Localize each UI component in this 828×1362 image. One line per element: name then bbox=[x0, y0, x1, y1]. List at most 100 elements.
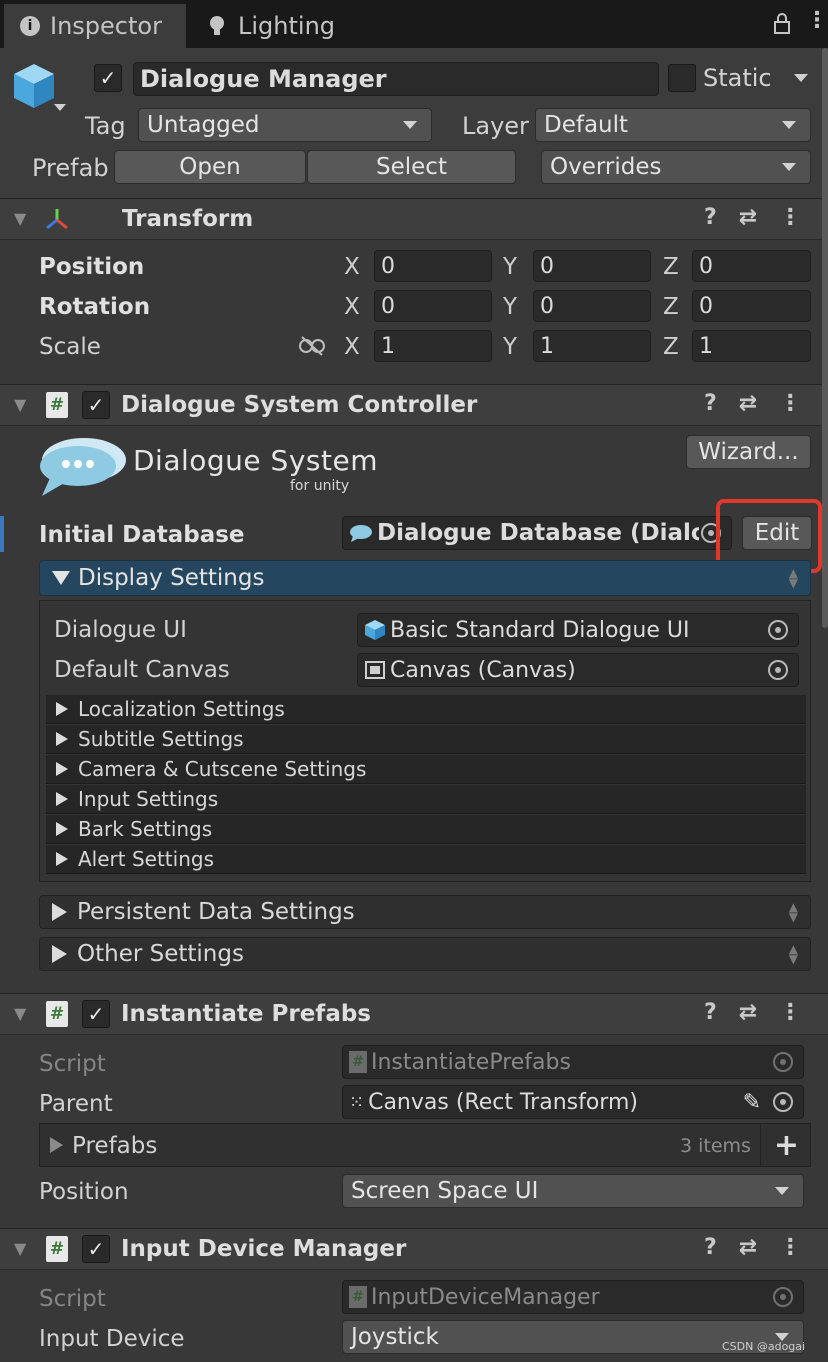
static-dropdown-caret[interactable] bbox=[794, 74, 808, 82]
default-canvas-label: Default Canvas bbox=[54, 657, 230, 683]
axis-z-label: Z bbox=[663, 294, 679, 320]
more-options-icon[interactable]: ⋮ bbox=[779, 1235, 801, 1260]
rotation-x-input[interactable]: 0 bbox=[374, 290, 492, 322]
wizard-button[interactable]: Wizard... bbox=[686, 435, 811, 469]
gameobject-name-input[interactable]: Dialogue Manager bbox=[133, 62, 659, 96]
foldout-arrow-icon[interactable]: ▼ bbox=[14, 1004, 26, 1023]
tab-lighting[interactable]: Lighting bbox=[200, 4, 370, 48]
parent-label: Parent bbox=[39, 1091, 113, 1117]
instantiate-prefabs-body: Script # InstantiatePrefabs Parent ⁙ Can… bbox=[0, 1035, 828, 1227]
help-icon[interactable]: ? bbox=[704, 391, 717, 416]
scale-x-input[interactable]: 1 bbox=[374, 330, 492, 362]
subtitle-settings-foldout[interactable]: Subtitle Settings bbox=[46, 725, 806, 754]
checkmark-icon: ✓ bbox=[99, 66, 117, 90]
component-enabled-toggle[interactable]: ✓ bbox=[82, 391, 110, 419]
watermark: CSDN @adogai bbox=[722, 1340, 806, 1353]
dialogue-system-controller-header[interactable]: ▼ # ✓ Dialogue System Controller ? ⇄ ⋮ bbox=[0, 384, 828, 426]
scrollbar[interactable] bbox=[822, 48, 828, 628]
other-settings-foldout[interactable]: Other Settings ▲ ▼ bbox=[39, 937, 811, 971]
help-icon[interactable]: ? bbox=[704, 205, 717, 230]
pencil-icon[interactable]: ✎ bbox=[743, 1090, 761, 1115]
subsection-list: Localization Settings Subtitle Settings … bbox=[46, 695, 806, 875]
axis-z-label: Z bbox=[663, 254, 679, 280]
info-icon: i bbox=[20, 16, 40, 36]
rotation-y-input[interactable]: 0 bbox=[533, 290, 651, 322]
transform-header[interactable]: ▼ Transform ? ⇄ ⋮ bbox=[0, 198, 828, 240]
checkmark-icon: ✓ bbox=[87, 1237, 105, 1261]
position-y-input[interactable]: 0 bbox=[533, 250, 651, 282]
bark-settings-foldout[interactable]: Bark Settings bbox=[46, 815, 806, 844]
static-label: Static bbox=[703, 64, 772, 92]
more-options-icon[interactable]: ⋮ bbox=[779, 1000, 801, 1025]
layer-label: Layer bbox=[462, 112, 529, 140]
foldout-arrow-icon[interactable]: ▼ bbox=[14, 209, 26, 228]
selection-indicator bbox=[0, 516, 4, 552]
instantiate-prefabs-header[interactable]: ▼ # ✓ Instantiate Prefabs ? ⇄ ⋮ bbox=[0, 993, 828, 1035]
chevron-down-icon bbox=[782, 121, 796, 129]
foldout-arrow-icon[interactable]: ▼ bbox=[14, 1239, 26, 1258]
script-label: Script bbox=[39, 1286, 106, 1312]
tab-inspector[interactable]: i Inspector bbox=[4, 4, 186, 48]
foldout-arrow-icon bbox=[50, 1137, 63, 1153]
presets-icon[interactable]: ⇄ bbox=[739, 205, 757, 230]
prefabs-list-header[interactable]: Prefabs 3 items + bbox=[39, 1123, 811, 1167]
prefabs-count: 3 items bbox=[680, 1135, 751, 1157]
checkmark-icon: ✓ bbox=[87, 393, 105, 417]
prefabs-label: Prefabs bbox=[72, 1133, 158, 1159]
logo-subtitle: for unity bbox=[290, 478, 350, 494]
input-device-label: Input Device bbox=[39, 1326, 185, 1352]
presets-icon[interactable]: ⇄ bbox=[739, 1000, 757, 1025]
more-options-icon[interactable]: ⋮ bbox=[779, 205, 801, 230]
prefab-select-button[interactable]: Select bbox=[307, 150, 516, 184]
add-item-button[interactable]: + bbox=[760, 1124, 812, 1166]
default-canvas-field[interactable]: Canvas (Canvas) bbox=[357, 653, 799, 687]
camera-cutscene-settings-foldout[interactable]: Camera & Cutscene Settings bbox=[46, 755, 806, 784]
object-picker-icon[interactable] bbox=[768, 660, 788, 680]
presets-icon[interactable]: ⇄ bbox=[739, 1235, 757, 1260]
lightbulb-icon bbox=[210, 16, 224, 35]
component-enabled-toggle[interactable]: ✓ bbox=[82, 1235, 110, 1263]
input-settings-foldout[interactable]: Input Settings bbox=[46, 785, 806, 814]
initial-database-label: Initial Database bbox=[39, 522, 245, 548]
initial-database-field[interactable]: Dialogue Database (Dialogu bbox=[342, 516, 732, 550]
foldout-arrow-icon bbox=[56, 822, 68, 836]
scale-z-input[interactable]: 1 bbox=[692, 330, 811, 362]
presets-icon[interactable]: ⇄ bbox=[739, 391, 757, 416]
cube-icon bbox=[14, 64, 54, 108]
object-picker-icon[interactable] bbox=[773, 1092, 793, 1112]
component-enabled-toggle[interactable]: ✓ bbox=[82, 1000, 110, 1028]
alert-settings-foldout[interactable]: Alert Settings bbox=[46, 845, 806, 874]
rotation-z-input[interactable]: 0 bbox=[692, 290, 811, 322]
input-device-manager-header[interactable]: ▼ # ✓ Input Device Manager ? ⇄ ⋮ bbox=[0, 1228, 828, 1270]
dialogue-system-controller-body: Dialogue System for unity Wizard... Init… bbox=[0, 426, 828, 992]
tag-dropdown[interactable]: Untagged bbox=[138, 108, 432, 142]
unlink-icon[interactable] bbox=[298, 336, 326, 356]
position-z-input[interactable]: 0 bbox=[692, 250, 811, 282]
lock-icon[interactable] bbox=[772, 12, 792, 34]
object-picker-icon bbox=[773, 1052, 793, 1072]
foldout-arrow-icon[interactable]: ▼ bbox=[14, 395, 26, 414]
dialogue-ui-field[interactable]: Basic Standard Dialogue UI bbox=[357, 613, 799, 647]
scale-y-input[interactable]: 1 bbox=[533, 330, 651, 362]
help-icon[interactable]: ? bbox=[704, 1000, 717, 1025]
more-options-icon[interactable]: ⋮ bbox=[779, 391, 801, 416]
dialogue-ui-label: Dialogue UI bbox=[54, 617, 187, 643]
checkmark-icon: ✓ bbox=[87, 1002, 105, 1026]
object-picker-icon[interactable] bbox=[768, 620, 788, 640]
position-dropdown[interactable]: Screen Space UI bbox=[342, 1174, 804, 1208]
persistent-data-settings-foldout[interactable]: Persistent Data Settings ▲ ▼ bbox=[39, 895, 811, 929]
transform-body: Position X 0 Y 0 Z 0 Rotation X 0 Y 0 Z … bbox=[0, 240, 828, 383]
layer-dropdown[interactable]: Default bbox=[535, 108, 811, 142]
transform-icon bbox=[46, 209, 68, 230]
more-options-icon[interactable]: ⋮ bbox=[806, 8, 828, 33]
prefab-overrides-dropdown[interactable]: Overrides bbox=[541, 150, 811, 184]
parent-field[interactable]: ⁙ Canvas (Rect Transform) ✎ bbox=[342, 1085, 804, 1119]
position-x-input[interactable]: 0 bbox=[374, 250, 492, 282]
active-toggle[interactable]: ✓ bbox=[94, 64, 122, 92]
prefab-open-button[interactable]: Open bbox=[114, 150, 306, 184]
localization-settings-foldout[interactable]: Localization Settings bbox=[46, 695, 806, 724]
chevron-down-icon[interactable] bbox=[54, 104, 66, 111]
static-toggle[interactable] bbox=[668, 64, 696, 92]
display-settings-header[interactable]: Display Settings ▲ ▼ bbox=[39, 560, 811, 596]
help-icon[interactable]: ? bbox=[704, 1235, 717, 1260]
